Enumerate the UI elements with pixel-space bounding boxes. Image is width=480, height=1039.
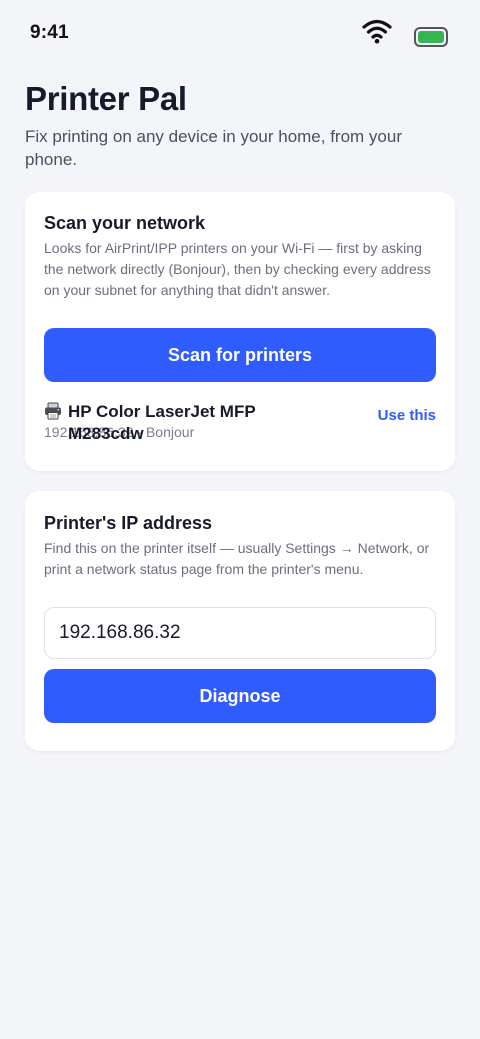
diagnose-button[interactable]: Diagnose <box>44 669 436 723</box>
battery-level <box>418 31 444 43</box>
scan-for-printers-button[interactable]: Scan for printers <box>44 328 436 382</box>
printer-icon <box>45 402 61 420</box>
ip-card-description: Find this on the printer itself — usuall… <box>44 540 430 577</box>
scan-card-description: Looks for AirPrint/IPP printers on your … <box>44 240 431 298</box>
printer-name: HP Color LaserJet MFP M283cdw <box>68 402 256 443</box>
printer-result-item: 192.168.86.32 · Bonjour HP Color LaserJe… <box>44 397 436 445</box>
wifi-icon <box>362 19 392 44</box>
printer-ip-input[interactable] <box>44 607 436 659</box>
scan-card-title: Scan your network <box>44 213 206 233</box>
ip-card-title: Printer's IP address <box>44 513 213 533</box>
page-title: Printer Pal <box>25 80 187 117</box>
scan-network-card: Scan your network Looks for AirPrint/IPP… <box>25 192 455 471</box>
printer-ip-card: Printer's IP address Find this on the pr… <box>25 491 455 751</box>
use-this-printer-link[interactable]: Use this <box>378 407 436 424</box>
page-subtitle: Fix printing on any device in your home,… <box>25 127 403 169</box>
status-time: 9:41 <box>30 22 69 43</box>
status-bar: 9:41 <box>0 0 480 70</box>
battery-icon <box>414 27 448 47</box>
